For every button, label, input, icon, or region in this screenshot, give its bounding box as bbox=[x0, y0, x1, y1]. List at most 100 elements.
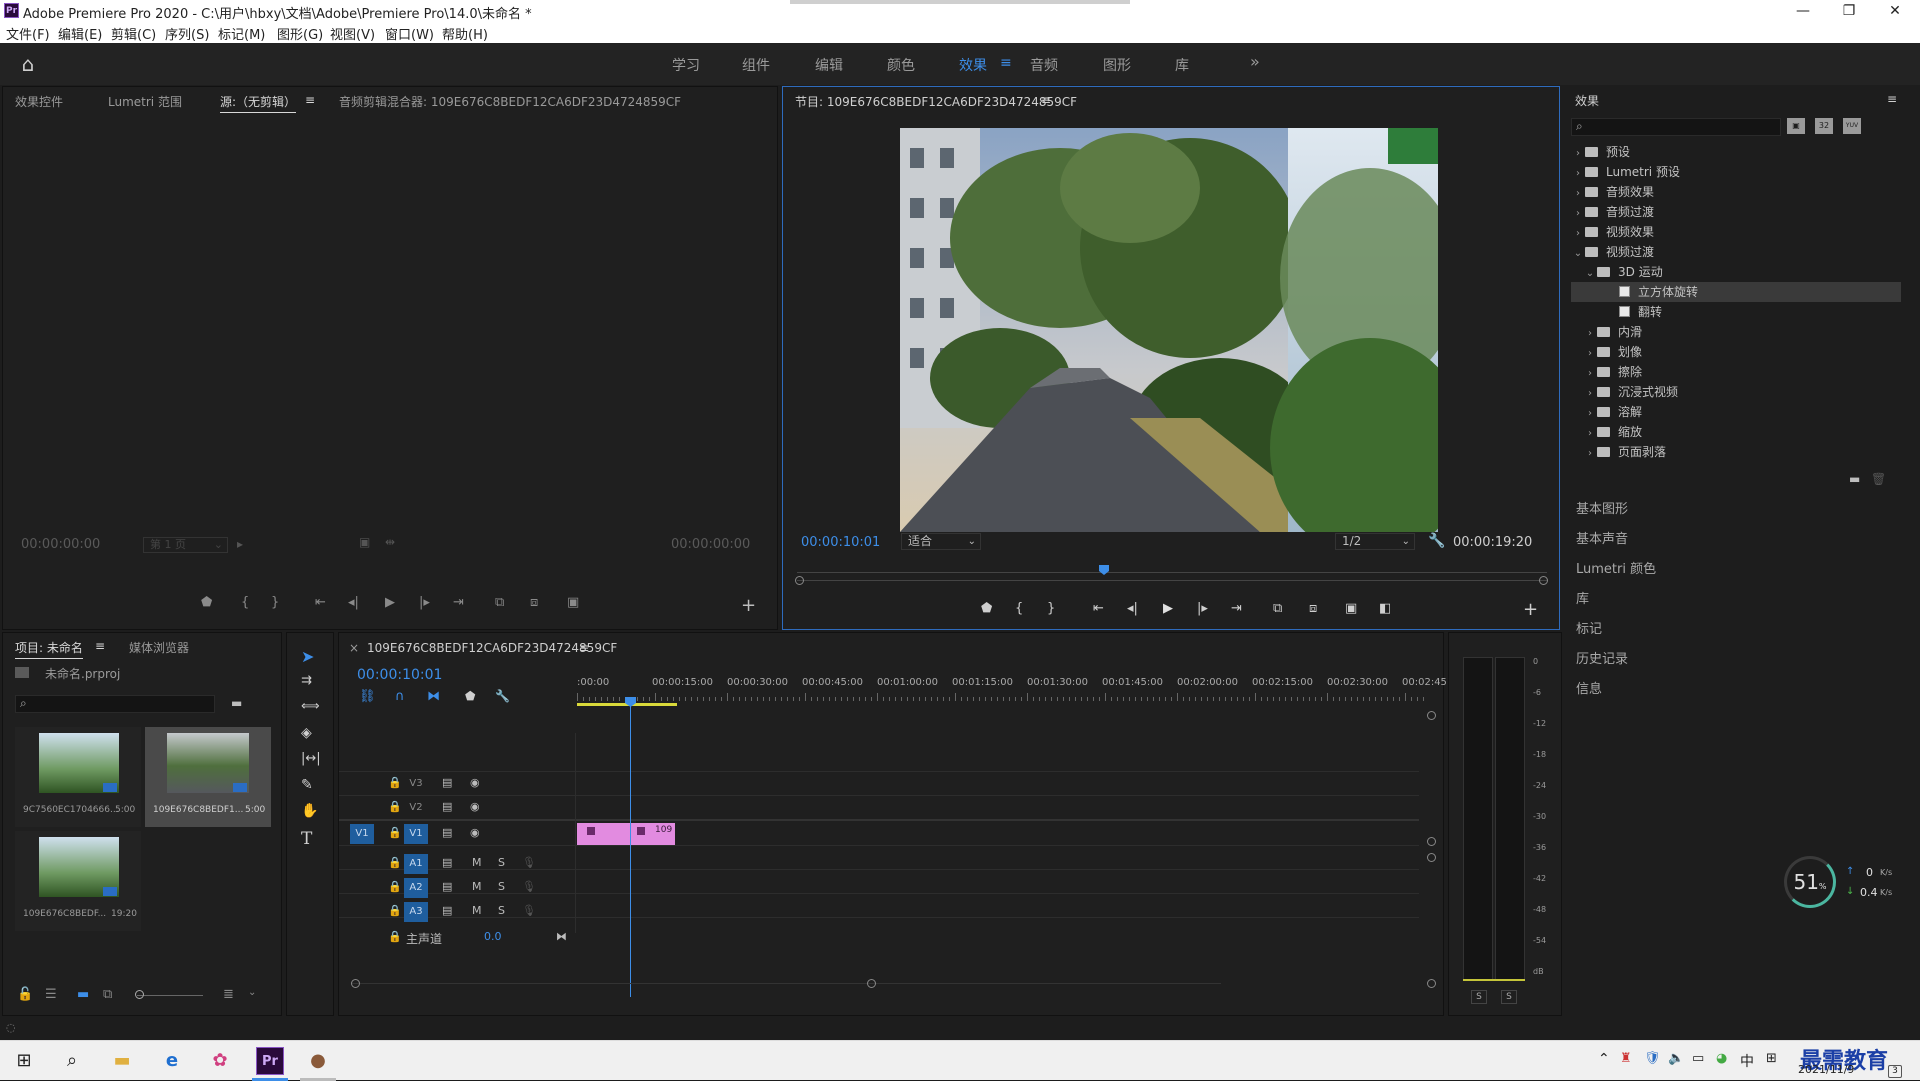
edge-browser-icon[interactable]: e bbox=[158, 1047, 186, 1075]
new-bin-icon[interactable]: ▬ bbox=[231, 696, 242, 710]
effects-tree-folder[interactable]: › 预设 bbox=[1571, 142, 1901, 162]
add-marker-icon[interactable]: ⬟ bbox=[465, 689, 475, 703]
slip-tool-icon[interactable]: |↔| bbox=[301, 751, 321, 766]
menu-clip[interactable]: 剪辑(C) bbox=[111, 24, 156, 43]
project-item[interactable]: 109E676C8BEDF... 19:20 bbox=[15, 831, 141, 931]
sync-lock-icon[interactable]: ▤ bbox=[442, 880, 452, 893]
tray-app-icon[interactable]: ♜ bbox=[1620, 1051, 1632, 1066]
v-scroll-handle-video-top[interactable] bbox=[1427, 711, 1436, 720]
home-icon[interactable]: ⌂ bbox=[16, 52, 40, 76]
master-expand-icon[interactable]: ⧓ bbox=[556, 930, 567, 943]
export-frame-icon[interactable]: ▣ bbox=[567, 595, 579, 610]
selection-tool-icon[interactable]: ➤ bbox=[301, 647, 314, 666]
effects-tree-folder[interactable]: › 音频效果 bbox=[1571, 182, 1901, 202]
export-frame-icon[interactable]: ▣ bbox=[1345, 601, 1357, 616]
workspace-tab-graphics[interactable]: 图形 bbox=[1103, 55, 1131, 75]
time-ruler[interactable]: :00:00 00:00:15:00 00:00:30:00 00:00:45:00 0… bbox=[577, 675, 1450, 705]
add-button-icon[interactable]: + bbox=[741, 595, 756, 616]
program-panel-menu-icon[interactable]: ≡ bbox=[1041, 93, 1051, 107]
mark-out-icon[interactable]: } bbox=[271, 595, 279, 610]
tab-effect-controls[interactable]: 效果控件 bbox=[15, 93, 63, 110]
ripple-edit-tool-icon[interactable]: ⟺ bbox=[301, 699, 320, 714]
track-label-v3[interactable]: V3 bbox=[404, 774, 428, 794]
solo-button[interactable]: S bbox=[498, 856, 505, 869]
lock-icon[interactable]: 🔒 bbox=[388, 856, 402, 869]
chevron-right-icon[interactable]: › bbox=[1583, 444, 1597, 464]
zoom-handle-right[interactable] bbox=[1539, 576, 1548, 585]
panel-lumetri-color[interactable]: Lumetri 颜色 bbox=[1576, 558, 1656, 577]
effects-tree-folder[interactable]: › 内滑 bbox=[1571, 322, 1901, 342]
workspace-tab-effects[interactable]: 效果 bbox=[959, 55, 987, 75]
workspace-tab-learn[interactable]: 学习 bbox=[672, 55, 700, 75]
program-time-ruler[interactable] bbox=[797, 563, 1547, 573]
effects-tree-folder[interactable]: › 缩放 bbox=[1571, 422, 1901, 442]
lock-icon[interactable]: 🔒 bbox=[388, 904, 402, 917]
tab-media-browser[interactable]: 媒体浏览器 bbox=[129, 639, 189, 656]
timeline-timecode[interactable]: 00:00:10:01 bbox=[357, 667, 442, 683]
add-button-icon[interactable]: + bbox=[1523, 599, 1538, 620]
solo-left-button[interactable]: S bbox=[1471, 990, 1487, 1004]
eye-icon[interactable]: ◉ bbox=[470, 826, 480, 839]
step-back-icon[interactable]: ◂| bbox=[348, 595, 359, 610]
effects-tree-effect[interactable]: 翻转 bbox=[1571, 302, 1901, 322]
more-workspaces-icon[interactable]: » bbox=[1250, 52, 1260, 71]
play-icon[interactable]: ▶ bbox=[385, 595, 395, 610]
menu-sequence[interactable]: 序列(S) bbox=[165, 24, 209, 43]
project-search-input[interactable]: ⌕ bbox=[15, 695, 215, 713]
resolution-select[interactable]: 1/2 ⌄ bbox=[1335, 533, 1415, 550]
v-scroll-handle-video-bottom[interactable] bbox=[1427, 837, 1436, 846]
tab-project[interactable]: 项目: 未命名 bbox=[15, 639, 83, 659]
track-select-tool-icon[interactable]: ⇉ bbox=[301, 673, 312, 688]
sync-lock-icon[interactable]: ▤ bbox=[442, 826, 452, 839]
chevron-right-icon[interactable]: › bbox=[1583, 424, 1597, 444]
effects-tree-folder[interactable]: › 音频过渡 bbox=[1571, 202, 1901, 222]
close-button[interactable]: ✕ bbox=[1872, 0, 1918, 22]
sync-lock-icon[interactable]: ▤ bbox=[442, 856, 452, 869]
effects-tree-folder[interactable]: › Lumetri 预设 bbox=[1571, 162, 1901, 182]
menu-edit[interactable]: 编辑(E) bbox=[58, 24, 102, 43]
lift-icon[interactable]: ⧉ bbox=[1273, 601, 1282, 616]
track-label-a1[interactable]: A1 bbox=[404, 854, 428, 874]
chevron-right-icon[interactable]: › bbox=[1571, 164, 1585, 184]
menu-help[interactable]: 帮助(H) bbox=[442, 24, 488, 43]
menu-marker[interactable]: 标记(M) bbox=[218, 24, 265, 43]
workspace-tab-color[interactable]: 颜色 bbox=[887, 55, 915, 75]
settings-icon[interactable]: ⇹ bbox=[385, 535, 395, 549]
sequence-tab-close-icon[interactable]: × bbox=[349, 641, 359, 655]
hand-tool-icon[interactable]: ✋ bbox=[301, 803, 318, 819]
yuv-filter-icon[interactable]: YUV bbox=[1843, 118, 1861, 134]
nest-icon[interactable]: ⛓ bbox=[359, 689, 376, 704]
timeline-clip[interactable]: 109 bbox=[577, 823, 675, 845]
panel-history[interactable]: 历史记录 bbox=[1576, 648, 1628, 667]
v-scroll-handle-audio-top[interactable] bbox=[1427, 853, 1436, 862]
program-playhead[interactable] bbox=[1099, 565, 1109, 575]
menu-graphics[interactable]: 图形(G) bbox=[277, 24, 323, 43]
effects-panel-menu-icon[interactable]: ≡ bbox=[1887, 92, 1897, 106]
program-zoom-bar[interactable] bbox=[797, 580, 1547, 581]
workspace-menu-icon[interactable]: ≡ bbox=[1000, 55, 1012, 71]
project-panel-menu-icon[interactable]: ≡ bbox=[95, 639, 105, 653]
lock-icon[interactable]: 🔒 bbox=[388, 880, 402, 893]
panel-markers[interactable]: 标记 bbox=[1576, 618, 1602, 637]
track-label-a3[interactable]: A3 bbox=[404, 902, 428, 922]
tray-green-icon[interactable]: ◕ bbox=[1716, 1051, 1727, 1066]
lock-icon[interactable]: 🔒 bbox=[388, 800, 402, 813]
sync-lock-icon[interactable]: ▤ bbox=[442, 776, 452, 789]
premiere-taskbar-icon[interactable]: Pr bbox=[256, 1047, 284, 1075]
solo-button[interactable]: S bbox=[498, 904, 505, 917]
freeform-view-icon[interactable]: ⧉ bbox=[103, 987, 112, 1002]
play-icon[interactable]: ▶ bbox=[1163, 601, 1173, 616]
microphone-icon[interactable]: 🎙 bbox=[522, 856, 536, 869]
panel-essential-sound[interactable]: 基本声音 bbox=[1576, 528, 1628, 547]
panel-libraries[interactable]: 库 bbox=[1576, 588, 1589, 607]
search-icon[interactable]: ⌕ bbox=[58, 1047, 86, 1075]
extract-icon[interactable]: ⧈ bbox=[1309, 601, 1317, 616]
insert-clip-icon[interactable]: ⧉ bbox=[495, 595, 504, 610]
project-item[interactable]: 109E676C8BEDF1... 5:00 bbox=[145, 727, 271, 827]
chevron-right-icon[interactable]: › bbox=[1583, 364, 1597, 384]
mute-button[interactable]: M bbox=[472, 856, 482, 869]
scroll-handle-right[interactable] bbox=[867, 979, 876, 988]
add-marker-icon[interactable]: ⬟ bbox=[201, 595, 212, 610]
effects-tree-folder[interactable]: › 擦除 bbox=[1571, 362, 1901, 382]
chevron-right-icon[interactable]: › bbox=[1571, 184, 1585, 204]
